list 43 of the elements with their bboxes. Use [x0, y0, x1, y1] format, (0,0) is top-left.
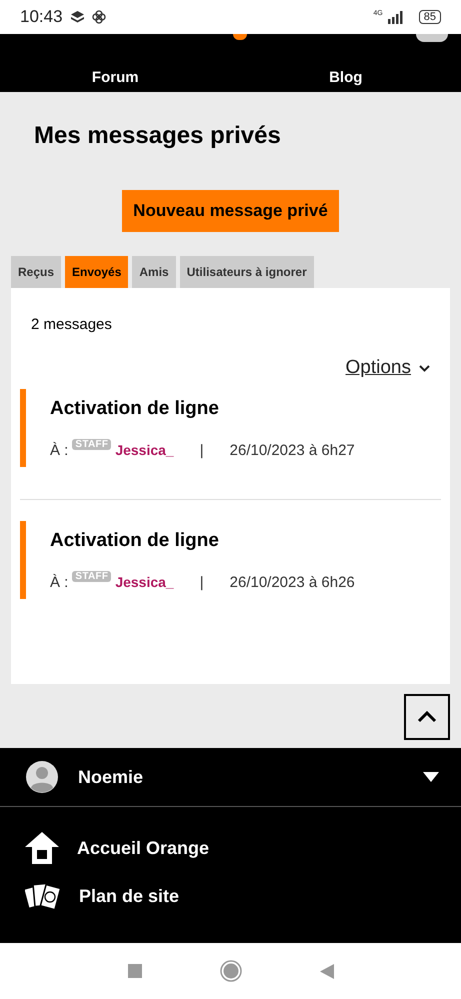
options-link[interactable]: Options [346, 357, 411, 379]
recents-icon[interactable] [128, 964, 142, 978]
page-title: Mes messages privés [34, 122, 282, 150]
message-item[interactable]: Activation de ligne À : STAFF Jessica_ | 26/10/2023 à 6h26 [20, 521, 441, 599]
clock: 10:43 [20, 7, 63, 27]
message-date: 26/10/2023 à 6h27 [230, 442, 355, 458]
tab[interactable]: Amis [132, 256, 176, 288]
new-message-button[interactable]: Nouveau message privé [122, 190, 339, 232]
back-icon[interactable] [320, 964, 334, 978]
fan-icon [92, 10, 106, 24]
chevron-down-icon [419, 364, 430, 372]
logo-icon[interactable] [233, 34, 247, 40]
recipient-link[interactable]: Jessica_ [115, 574, 174, 590]
message-date: 26/10/2023 à 6h26 [230, 574, 355, 590]
chevron-up-icon [417, 711, 437, 723]
home-icon[interactable] [220, 960, 242, 982]
scroll-top-button[interactable] [404, 694, 450, 740]
footer-link[interactable]: Plan de site [79, 886, 180, 906]
user-name: Noemie [78, 766, 144, 788]
footer-link[interactable]: Accueil Orange [77, 838, 210, 858]
tab[interactable]: Envoyés [65, 256, 128, 288]
nav-link[interactable]: Blog [230, 69, 461, 86]
recipient-link[interactable]: Jessica_ [115, 442, 174, 458]
to-label: À : [50, 574, 68, 590]
separator: | [200, 442, 204, 458]
battery-indicator: 85 [418, 10, 441, 24]
message-subject[interactable]: Activation de ligne [50, 530, 219, 552]
house-icon [25, 832, 59, 864]
message-count: 2 messages [31, 316, 113, 333]
tab[interactable]: Utilisateurs à ignorer [180, 256, 314, 288]
message-subject[interactable]: Activation de ligne [50, 398, 219, 420]
separator: | [200, 574, 204, 590]
to-label: À : [50, 442, 68, 458]
layers-icon [70, 11, 84, 23]
avatar-icon[interactable] [416, 34, 448, 42]
cards-icon [25, 881, 61, 911]
user-menu[interactable]: Noemie [0, 748, 461, 807]
staff-badge: STAFF [72, 570, 112, 582]
staff-badge: STAFF [72, 438, 112, 450]
message-item[interactable]: Activation de ligne À : STAFF Jessica_ | 26/10/2023 à 6h27 [20, 389, 441, 467]
nav-link[interactable]: Forum [0, 69, 230, 86]
tab[interactable]: Reçus [11, 256, 62, 288]
user-avatar-icon [26, 761, 58, 793]
